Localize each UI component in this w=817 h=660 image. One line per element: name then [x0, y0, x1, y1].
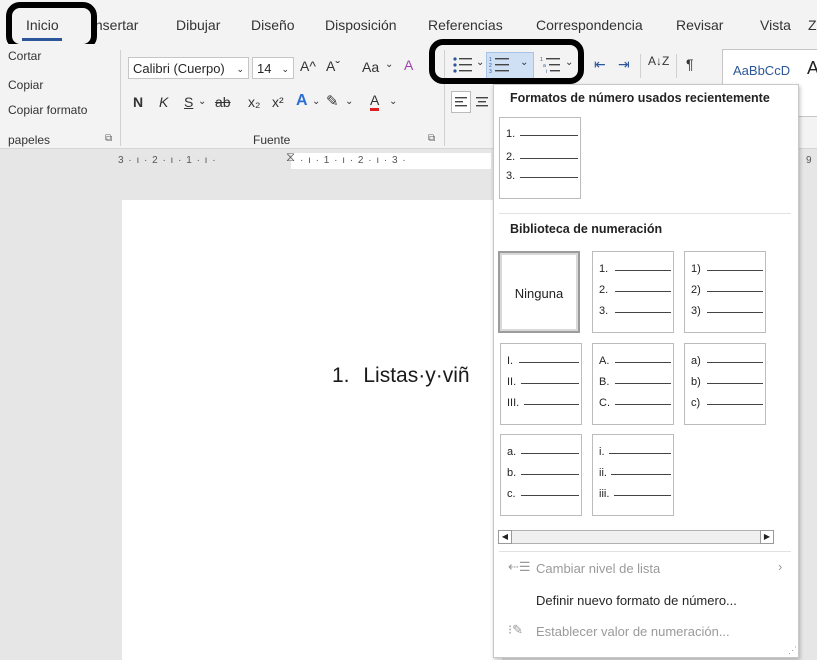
italic-button[interactable]: K	[159, 94, 168, 110]
divider	[640, 54, 641, 78]
highlight-color-icon[interactable]: ✎	[326, 92, 339, 110]
align-left-icon	[455, 97, 467, 107]
underline-button[interactable]: S	[184, 94, 193, 110]
font-name-combo[interactable]: Calibri (Cuerpo) ⌄	[128, 57, 249, 79]
strikethrough-button[interactable]: ab	[215, 94, 231, 110]
divider	[676, 54, 677, 78]
clear-formatting-icon[interactable]: A	[404, 57, 413, 73]
chevron-down-icon: ⌄	[389, 96, 398, 107]
chevron-down-icon: ⌄	[312, 96, 321, 107]
recent-format-tile[interactable]: 1. 2. 3.	[499, 117, 581, 199]
chevron-down-icon: ⌄	[198, 96, 207, 107]
bold-button[interactable]: N	[133, 94, 143, 110]
style-preview-next[interactable]: A	[807, 58, 817, 79]
format-painter-button[interactable]: Copiar formato	[8, 103, 87, 117]
tab-disposicion[interactable]: Disposición	[325, 17, 397, 33]
ruler-right-marks: · ı · 1 · ı · 2 · ı · 3 ·	[300, 155, 407, 166]
tab-revisar[interactable]: Revisar	[676, 17, 723, 33]
submenu-arrow-icon: ›	[778, 559, 783, 574]
subscript-button[interactable]: x₂	[248, 94, 260, 110]
define-new-format-item[interactable]: Definir nuevo formato de número...	[536, 593, 737, 608]
tab-insertar[interactable]: Insertar	[91, 17, 138, 33]
numbering-none-tile[interactable]: Ninguna	[498, 251, 580, 333]
change-list-level-item[interactable]: Cambiar nivel de lista	[536, 561, 660, 576]
document-list-item[interactable]: 1. Listas·y·viñ	[332, 364, 470, 388]
ruler-left-marks: 3 · ı · 2 · ı · 1 · ı ·	[118, 155, 217, 166]
set-numbering-value-item[interactable]: Establecer valor de numeración...	[536, 624, 730, 639]
numbering-tile-roman-upper[interactable]: I. II. III.	[500, 343, 582, 425]
scroll-left-icon[interactable]: ◀	[498, 530, 512, 544]
font-name-value: Calibri (Cuerpo)	[133, 61, 225, 76]
show-marks-button[interactable]: ¶	[686, 56, 694, 72]
document-page[interactable]	[122, 200, 502, 660]
font-size-combo[interactable]: 14 ⌄	[252, 57, 294, 79]
style-preview[interactable]: AaBbCcD	[733, 63, 790, 78]
text-effects-icon[interactable]: A	[296, 92, 308, 110]
grow-font-button[interactable]: A^	[300, 58, 316, 74]
numbering-tile-1dot[interactable]: 1. 2. 3.	[592, 251, 674, 333]
indent-marker-icon[interactable]: ⧖	[286, 149, 295, 165]
tab-more[interactable]: Z	[808, 17, 817, 33]
chevron-down-icon: ⌄	[385, 59, 394, 70]
gallery-scrollbar[interactable]	[498, 530, 774, 544]
align-left-button[interactable]	[451, 91, 471, 113]
annotation-highlight-list-buttons	[429, 39, 584, 84]
tab-dibujar[interactable]: Dibujar	[176, 17, 220, 33]
font-size-value: 14	[257, 61, 272, 76]
numbering-tile-alpha-upper[interactable]: A. B. C.	[592, 343, 674, 425]
cut-button[interactable]: Cortar	[8, 49, 41, 63]
scroll-right-icon[interactable]: ▶	[760, 530, 774, 544]
list-number: 1.	[332, 364, 350, 387]
none-label: Ninguna	[514, 286, 564, 301]
tab-referencias[interactable]: Referencias	[428, 17, 503, 33]
numbering-tile-alpha-paren[interactable]: a) b) c)	[684, 343, 766, 425]
change-case-button[interactable]: Aa	[362, 59, 379, 75]
annotation-highlight-tab	[6, 2, 97, 50]
menu-separator	[499, 213, 791, 214]
library-header: Biblioteca de numeración	[510, 222, 663, 236]
menu-separator	[499, 551, 791, 552]
numbering-tile-1paren[interactable]: 1) 2) 3)	[684, 251, 766, 333]
chevron-down-icon: ⌄	[236, 64, 244, 74]
chevron-down-icon: ⌄	[281, 64, 289, 74]
recent-formats-header: Formatos de número usados recientemente	[510, 91, 770, 105]
copy-button[interactable]: Copiar	[8, 78, 43, 92]
set-numbering-value-icon: ⁝✎	[508, 622, 524, 637]
numbering-tile-roman-lower[interactable]: i. ii. iii.	[592, 434, 674, 516]
divider	[120, 50, 121, 146]
increase-indent-icon[interactable]: ⇥	[618, 56, 630, 73]
font-color-icon[interactable]: A	[370, 93, 380, 111]
decrease-indent-icon[interactable]: ⇤	[594, 56, 606, 73]
tab-diseno[interactable]: Diseño	[251, 17, 295, 33]
clipboard-group-label: papeles	[8, 133, 51, 147]
align-center-icon[interactable]	[474, 92, 492, 112]
ribbon-tabs: Inicio Insertar Dibujar Diseño Disposici…	[0, 0, 817, 44]
list-text: Listas·y·viñ	[363, 364, 470, 387]
clipboard-launcher-icon[interactable]: ⧉	[105, 133, 112, 144]
tab-vista[interactable]: Vista	[760, 17, 791, 33]
font-group-label: Fuente	[253, 133, 291, 147]
tab-correspondencia[interactable]: Correspondencia	[536, 17, 643, 33]
change-level-icon: ⇠☰	[508, 559, 531, 574]
chevron-down-icon: ⌄	[345, 96, 354, 107]
numbering-tile-alpha-lower[interactable]: a. b. c.	[500, 434, 582, 516]
sort-button[interactable]: A↓Z	[648, 54, 669, 68]
resize-grip-icon[interactable]: ⋰	[788, 645, 797, 656]
ruler-far-right: 9	[806, 155, 813, 166]
shrink-font-button[interactable]: Aˇ	[326, 58, 340, 74]
font-launcher-icon[interactable]: ⧉	[428, 133, 435, 144]
superscript-button[interactable]: x²	[272, 94, 284, 110]
